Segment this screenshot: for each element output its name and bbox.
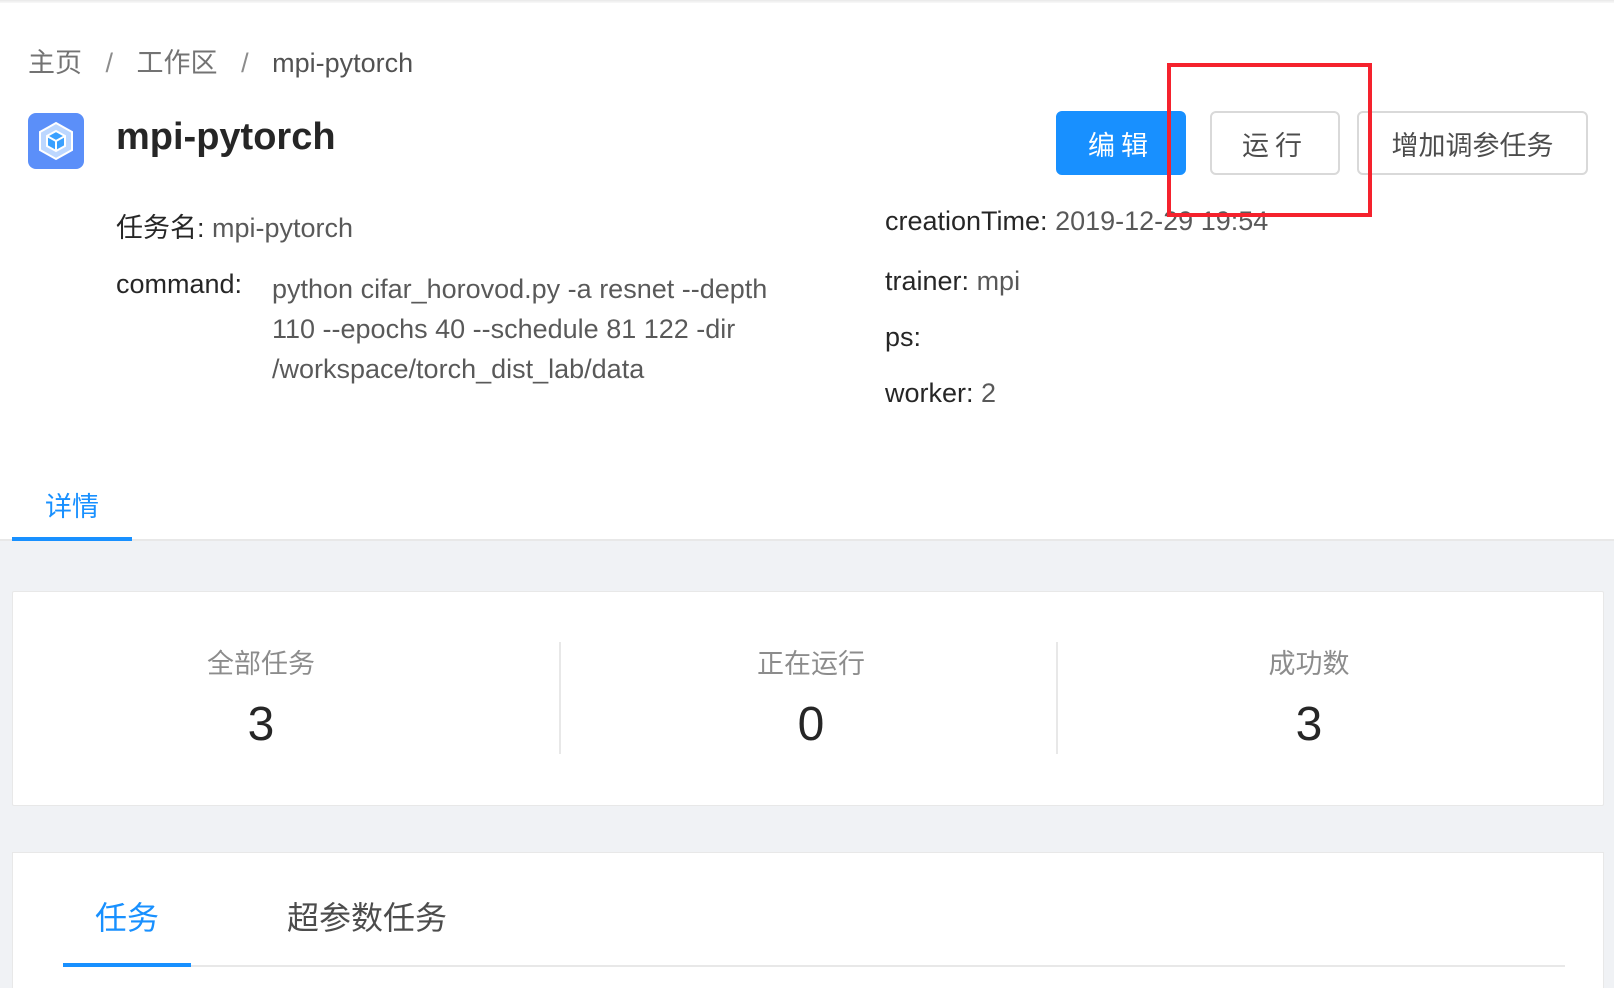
creation-time-label: creationTime:: [885, 206, 1048, 236]
breadcrumb-workspace[interactable]: 工作区: [137, 48, 218, 78]
creation-time-value: 2019-12-29 19:54: [1055, 206, 1269, 236]
tab-detail[interactable]: 详情: [12, 475, 132, 541]
stat-divider: [559, 642, 561, 754]
ps-label: ps:: [885, 322, 922, 352]
tabs-divider: [63, 965, 1565, 967]
breadcrumb-home[interactable]: 主页: [28, 48, 82, 78]
stat-all-tasks: 全部任务 3: [13, 642, 509, 752]
tasks-card: 任务 超参数任务: [12, 852, 1604, 988]
stat-success: 成功数 3: [1061, 642, 1557, 752]
breadcrumb-separator: /: [241, 48, 249, 78]
stat-running: 正在运行 0: [563, 642, 1059, 752]
breadcrumb-current: mpi-pytorch: [272, 48, 414, 78]
command-value: python cifar_horovod.py -a resnet --dept…: [272, 269, 832, 389]
trainer-label: trainer:: [885, 266, 970, 296]
ps-item: ps:: [885, 322, 921, 353]
worker-label: worker:: [885, 378, 974, 408]
run-button[interactable]: 运行: [1210, 111, 1340, 175]
stat-value: 0: [797, 698, 825, 751]
stats-card: 全部任务 3 正在运行 0 成功数 3: [12, 591, 1604, 806]
stat-value: 3: [247, 698, 275, 751]
command-line: python cifar_horovod.py -a resnet --dept…: [272, 274, 768, 304]
task-name-item: 任务名: mpi-pytorch: [116, 206, 353, 245]
tab-hyperparam-tasks[interactable]: 超参数任务: [287, 893, 447, 939]
creation-time-item: creationTime: 2019-12-29 19:54: [885, 206, 1268, 237]
stat-value: 3: [1295, 698, 1323, 751]
edit-button[interactable]: 编辑: [1056, 111, 1186, 175]
command-label: command:: [116, 269, 243, 299]
cube-icon: [28, 113, 84, 169]
stat-divider: [1056, 642, 1058, 754]
command-line: /workspace/torch_dist_lab/data: [272, 354, 645, 384]
cube-icon-svg: [39, 121, 73, 161]
worker-item: worker: 2: [885, 378, 996, 409]
stat-title: 成功数: [1268, 649, 1350, 679]
worker-value: 2: [981, 378, 997, 408]
trainer-item: trainer: mpi: [885, 266, 1020, 297]
header-panel: 主页 / 工作区 / mpi-pytorch mpi-pytorch 编辑 运行…: [0, 3, 1614, 541]
breadcrumb-separator: /: [105, 48, 114, 78]
tab-tasks[interactable]: 任务: [95, 893, 159, 939]
task-name-value: mpi-pytorch: [212, 213, 354, 243]
breadcrumb: 主页 / 工作区 / mpi-pytorch: [28, 41, 413, 80]
page-title: mpi-pytorch: [116, 116, 336, 158]
command-line: 110 --epochs 40 --schedule 81 122 -dir: [272, 314, 736, 344]
trainer-value: mpi: [976, 266, 1021, 296]
tab-active-indicator: [63, 963, 191, 967]
add-tuning-task-button[interactable]: 增加调参任务: [1357, 111, 1588, 175]
stat-title: 正在运行: [757, 649, 865, 679]
stat-title: 全部任务: [207, 649, 315, 679]
task-name-label: 任务名:: [116, 213, 205, 243]
